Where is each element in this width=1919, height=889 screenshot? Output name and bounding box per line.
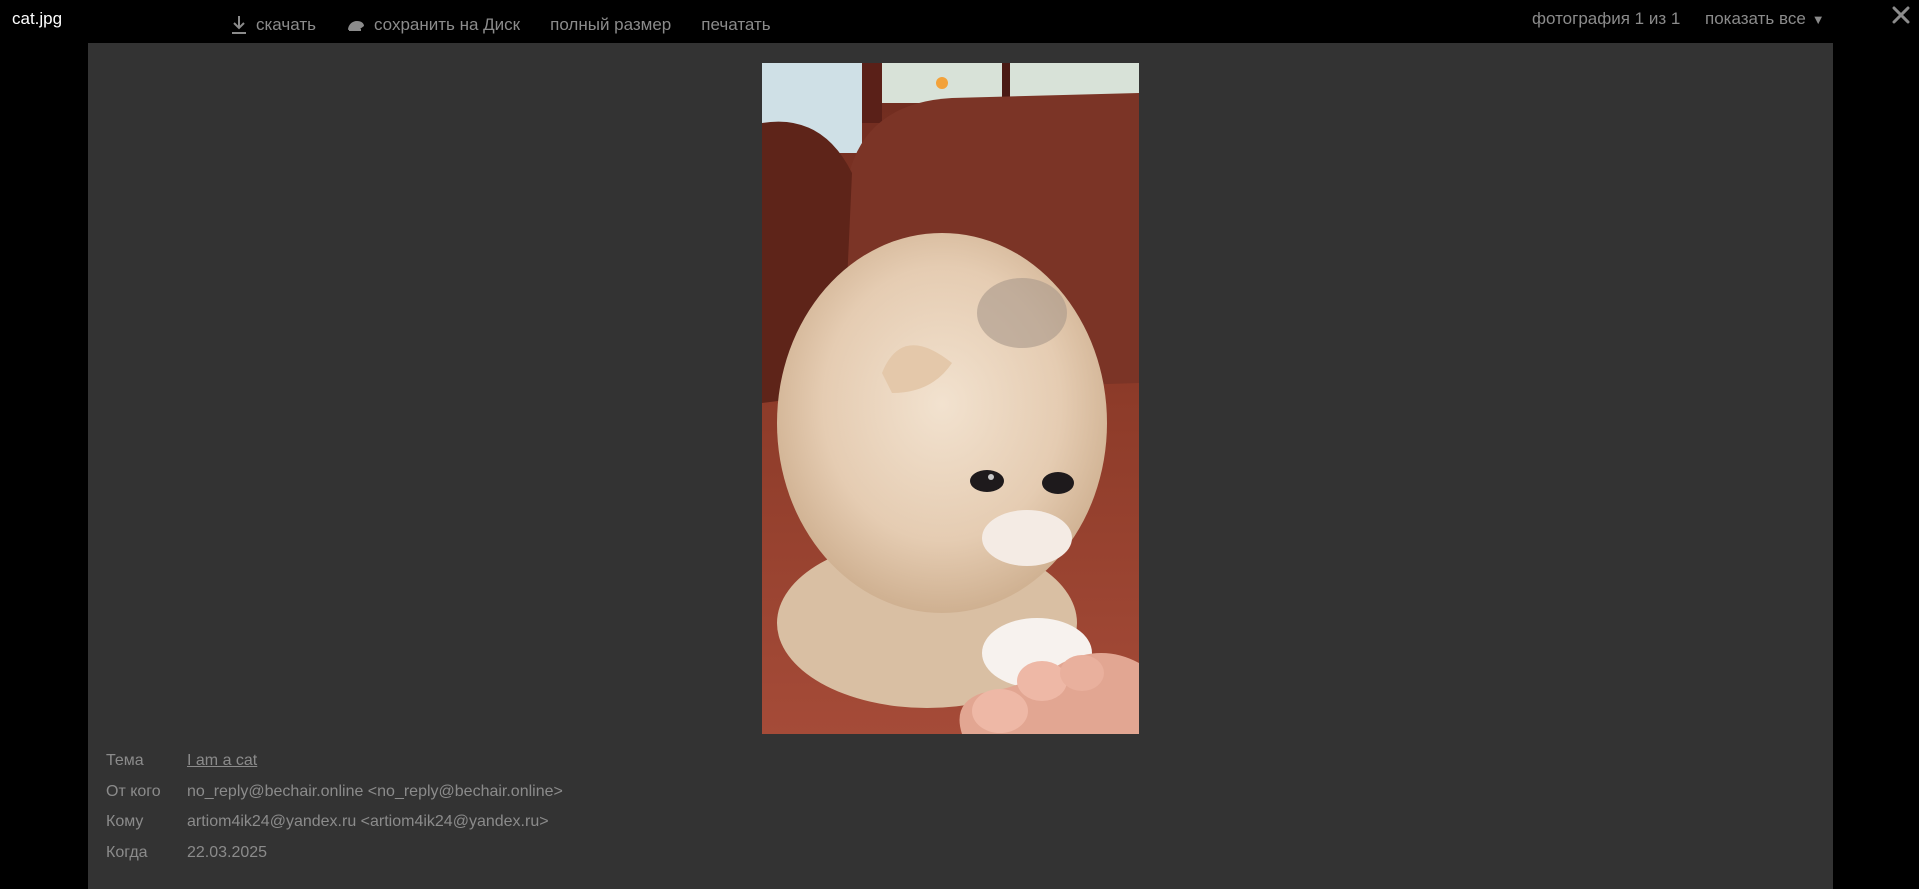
subject-link[interactable]: I am a cat (187, 752, 257, 770)
meta-row-subject: Тема I am a cat (106, 746, 563, 777)
close-icon (1892, 6, 1910, 24)
close-button[interactable] (1888, 2, 1914, 28)
viewer-toolbar: скачать сохранить на Диск полный размер … (230, 14, 771, 36)
print-label: печатать (701, 15, 771, 34)
meta-row-date: Когда 22.03.2025 (106, 838, 563, 869)
save-to-disk-label: сохранить на Диск (373, 15, 521, 34)
photo-image[interactable] (762, 63, 1139, 734)
message-meta: Тема I am a cat От кого no_reply@bechair… (106, 746, 563, 868)
save-to-disk-button[interactable]: сохранить на Диск (346, 15, 520, 35)
chevron-down-icon: ▼ (1811, 11, 1825, 27)
photo-counter: фотография 1 из 1 (1532, 9, 1681, 28)
download-label: скачать (256, 15, 316, 34)
meta-label: Когда (106, 843, 148, 861)
show-all-button[interactable]: показать все ▼ (1705, 9, 1825, 29)
recipient-value: artiom4ik24@yandex.ru <artiom4ik24@yande… (187, 813, 549, 831)
meta-label: От кого (106, 782, 161, 800)
date-value: 22.03.2025 (187, 843, 268, 861)
file-name: cat.jpg (12, 9, 63, 28)
meta-row-from: От кого no_reply@bechair.online <no_repl… (106, 777, 563, 808)
download-button[interactable]: скачать (230, 15, 316, 35)
kitten-photo (762, 63, 1139, 734)
meta-label: Кому (106, 813, 144, 831)
sender-value: no_reply@bechair.online <no_reply@bechai… (187, 782, 563, 800)
print-button[interactable]: печатать (701, 15, 770, 35)
meta-label: Тема (106, 752, 144, 770)
full-size-button[interactable]: полный размер (550, 15, 671, 35)
meta-row-to: Кому artiom4ik24@yandex.ru <artiom4ik24@… (106, 807, 563, 838)
download-icon (232, 16, 246, 34)
photo-panel: Тема I am a cat От кого no_reply@bechair… (88, 43, 1833, 889)
show-all-label: показать все (1705, 9, 1806, 28)
full-size-label: полный размер (550, 15, 672, 34)
disk-icon (347, 21, 364, 31)
